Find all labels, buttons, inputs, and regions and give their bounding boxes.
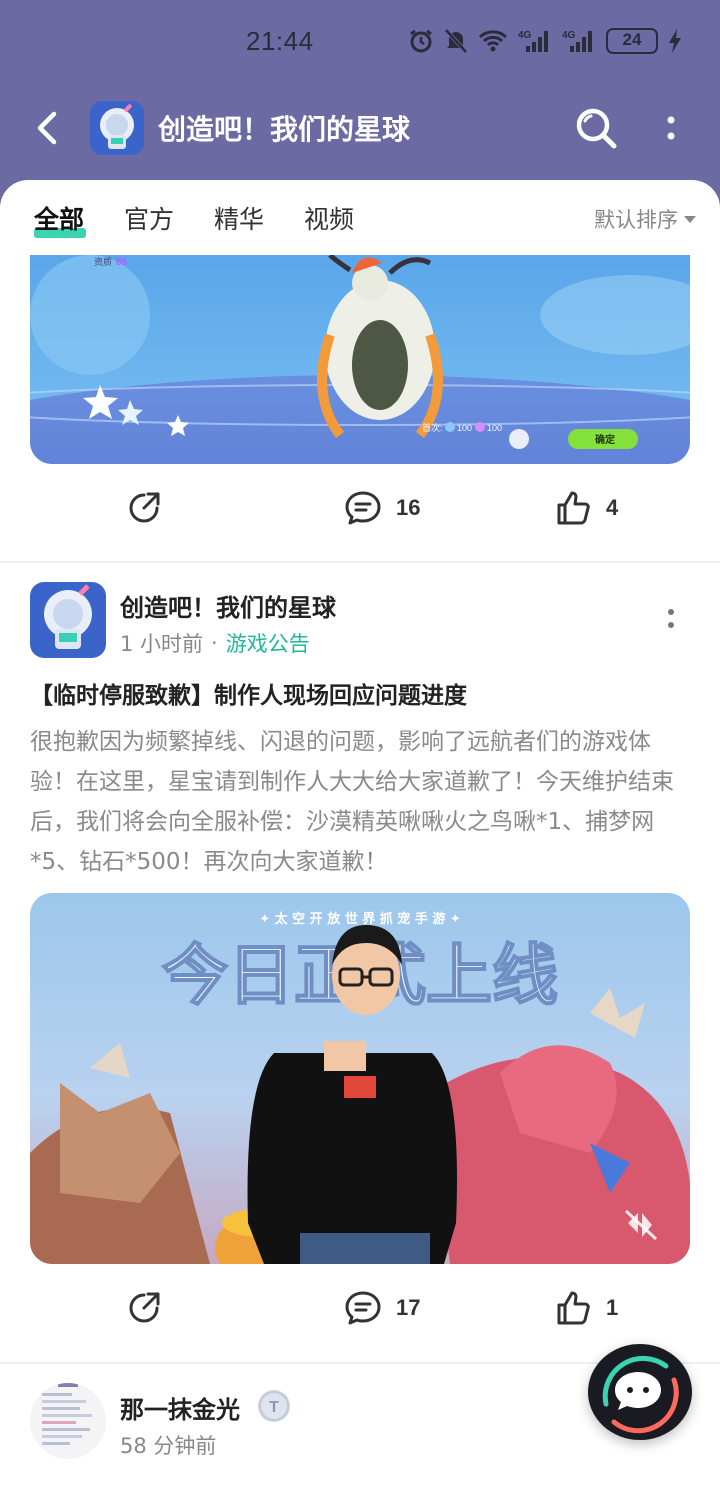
floating-chat-button[interactable] bbox=[588, 1344, 692, 1440]
video-subtitle: ✦ 太 空 开 放 世 界 抓 宠 手 游 ✦ bbox=[259, 911, 461, 927]
author-avatar[interactable] bbox=[30, 1383, 106, 1459]
post-meta: 1 小时前 · 游戏公告 bbox=[120, 628, 310, 658]
like-count: 4 bbox=[606, 495, 619, 520]
status-time: 21:44 bbox=[246, 26, 314, 56]
share-button[interactable] bbox=[126, 490, 162, 526]
caret-down-icon bbox=[684, 215, 696, 223]
comment-icon bbox=[345, 1291, 381, 1325]
back-icon[interactable] bbox=[30, 108, 66, 148]
tab-featured[interactable]: 精华 bbox=[214, 200, 264, 236]
charging-icon bbox=[669, 29, 681, 53]
tab-official[interactable]: 官方 bbox=[124, 200, 174, 236]
post-more-icon[interactable] bbox=[664, 606, 678, 632]
sort-dropdown[interactable]: 默认排序 bbox=[594, 204, 696, 234]
confirm-label: 确定 bbox=[595, 433, 615, 446]
post-title[interactable]: 【临时停服致歉】制作人现场回应问题进度 bbox=[30, 676, 690, 710]
tab-bar: 全部 官方 精华 视频 默认排序 bbox=[0, 180, 720, 256]
share-icon bbox=[129, 492, 160, 523]
sort-label: 默认排序 bbox=[594, 208, 678, 232]
quality-value: 85 bbox=[116, 257, 128, 268]
comment-icon bbox=[345, 491, 381, 525]
header-title: 创造吧！我们的星球 bbox=[158, 113, 411, 146]
post-meta: 58 分钟前 bbox=[120, 1430, 216, 1460]
more-options-icon[interactable] bbox=[660, 108, 682, 148]
chat-bubble-icon bbox=[602, 1355, 679, 1434]
comment-button[interactable]: 17 bbox=[344, 1290, 420, 1326]
like-button[interactable]: 1 bbox=[556, 1290, 618, 1326]
svg-text:4G: 4G bbox=[518, 30, 532, 41]
tab-video[interactable]: 视频 bbox=[304, 200, 354, 236]
app-header: 创造吧！我们的星球 bbox=[0, 84, 720, 180]
cost-b: 100 bbox=[487, 423, 502, 433]
thumbs-up-icon bbox=[557, 491, 590, 525]
comment-button[interactable]: 16 bbox=[344, 490, 420, 526]
post-video[interactable]: ✦ 太 空 开 放 世 界 抓 宠 手 游 ✦ 今日正式上线 bbox=[30, 893, 690, 1264]
post-image[interactable]: 资质 85 首次: 100 100 确定 bbox=[30, 255, 690, 464]
meta-separator: · bbox=[211, 631, 218, 655]
post-actions: 17 1 bbox=[0, 1278, 720, 1348]
like-count: 1 bbox=[606, 1295, 619, 1320]
alarm-icon bbox=[410, 29, 432, 53]
mute-video-icon[interactable] bbox=[30, 893, 31, 894]
signal-4g-icon-2: 4G bbox=[562, 30, 592, 52]
quality-label: 资质 bbox=[94, 256, 112, 267]
mute-icon bbox=[444, 28, 468, 54]
comment-count: 17 bbox=[396, 1295, 421, 1320]
share-button[interactable] bbox=[126, 1290, 162, 1326]
post-time: 1 小时前 bbox=[120, 632, 204, 656]
author-name[interactable]: 那一抹金光 bbox=[120, 1390, 240, 1425]
thumbs-up-icon bbox=[557, 1291, 590, 1325]
search-icon[interactable] bbox=[574, 106, 618, 150]
author-name[interactable]: 创造吧！我们的星球 bbox=[120, 588, 336, 623]
signal-4g-icon-1: 4G bbox=[518, 30, 548, 52]
battery-indicator: 24 bbox=[606, 28, 658, 54]
status-bar: 21:44 4G 4G 24 bbox=[0, 0, 720, 84]
post-body[interactable]: 很抱歉因为频繁掉线、闪退的问题，影响了远航者们的游戏体验！在这里，星宝请到制作人… bbox=[30, 722, 692, 882]
post-divider bbox=[0, 561, 720, 563]
like-button[interactable]: 4 bbox=[556, 490, 618, 526]
share-icon bbox=[129, 1292, 160, 1323]
tab-all[interactable]: 全部 bbox=[34, 200, 84, 236]
cost-a: 100 bbox=[457, 423, 472, 433]
status-icons: 4G 4G 24 bbox=[408, 28, 682, 54]
cost-label: 首次: bbox=[422, 422, 443, 433]
svg-text:T: T bbox=[269, 1399, 279, 1416]
wifi-icon bbox=[478, 30, 508, 52]
post-actions: 16 4 bbox=[0, 478, 720, 548]
comment-count: 16 bbox=[396, 495, 421, 520]
app-icon bbox=[90, 101, 144, 155]
post-time: 58 分钟前 bbox=[120, 1434, 217, 1458]
user-level-badge: T bbox=[258, 1390, 290, 1422]
svg-text:4G: 4G bbox=[562, 30, 576, 41]
post-tag[interactable]: 游戏公告 bbox=[226, 628, 310, 658]
author-avatar[interactable] bbox=[30, 582, 106, 658]
content-sheet: 全部 官方 精华 视频 默认排序 资质 85 首次: 100 100 确定 16… bbox=[0, 180, 720, 1485]
